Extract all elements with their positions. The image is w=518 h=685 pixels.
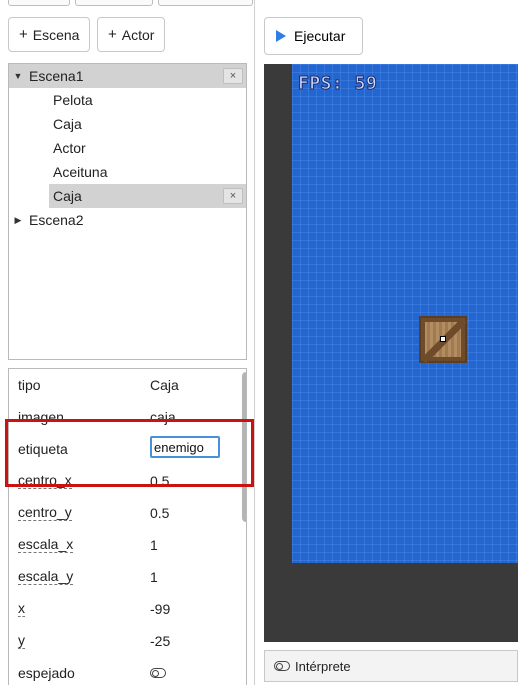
chevron-right-icon[interactable]: ▶ bbox=[13, 215, 23, 226]
tree-item-label: Pelota bbox=[53, 92, 93, 108]
highlight-box bbox=[5, 419, 254, 487]
property-row: y -25 bbox=[9, 625, 235, 657]
property-row: espejado bbox=[9, 657, 235, 685]
game-stage[interactable]: FPS: 59 bbox=[292, 64, 518, 563]
plus-icon: + bbox=[108, 26, 117, 43]
tree-item-escena2[interactable]: ▶ Escena2 bbox=[9, 208, 84, 232]
add-actor-button[interactable]: + Actor bbox=[97, 17, 166, 52]
add-actor-label: Actor bbox=[121, 26, 155, 43]
plus-icon: + bbox=[19, 26, 28, 43]
property-name: espejado bbox=[18, 665, 75, 681]
close-icon[interactable]: × bbox=[223, 68, 243, 84]
property-value[interactable]: 1 bbox=[150, 569, 158, 585]
tree-item-actor[interactable]: Pelota bbox=[9, 88, 93, 112]
tree-item-label: Escena2 bbox=[29, 212, 84, 228]
toggle-icon[interactable] bbox=[150, 668, 166, 678]
tree-item-label: Escena1 bbox=[29, 68, 84, 84]
tree-item-actor[interactable]: Caja bbox=[9, 112, 82, 136]
property-value[interactable]: -25 bbox=[150, 633, 170, 649]
scene-tree: ▼ Escena1 × Pelota Caja Actor Aceituna C… bbox=[8, 63, 247, 360]
add-scene-button[interactable]: + Escena bbox=[8, 17, 91, 52]
property-row: escala_x 1 bbox=[9, 529, 235, 561]
toggle-icon[interactable] bbox=[274, 661, 290, 671]
run-label: Ejecutar bbox=[294, 28, 346, 44]
property-value[interactable]: 1 bbox=[150, 537, 158, 553]
run-button[interactable]: Ejecutar bbox=[264, 17, 363, 55]
property-name: centro_y bbox=[18, 504, 72, 521]
crate-actor[interactable] bbox=[419, 316, 467, 364]
game-canvas[interactable]: FPS: 59 bbox=[264, 64, 518, 642]
tree-item-label: Aceituna bbox=[53, 164, 108, 180]
property-name: y bbox=[18, 632, 25, 649]
property-value[interactable]: -99 bbox=[150, 601, 170, 617]
property-row: centro_y 0.5 bbox=[9, 497, 235, 529]
property-name: x bbox=[18, 600, 25, 617]
pivot-handle[interactable] bbox=[440, 336, 446, 342]
tree-item-actor[interactable]: Aceituna bbox=[9, 160, 107, 184]
property-row: x -99 bbox=[9, 593, 235, 625]
play-icon bbox=[276, 30, 286, 42]
close-icon[interactable]: × bbox=[223, 188, 243, 204]
tree-item-label: Actor bbox=[53, 140, 86, 156]
interpreter-bar[interactable]: Intérprete bbox=[264, 650, 518, 682]
add-scene-label: Escena bbox=[32, 26, 80, 43]
property-row: tipo Caja bbox=[9, 369, 235, 401]
chevron-down-icon[interactable]: ▼ bbox=[13, 71, 23, 81]
tree-item-actor[interactable]: Actor bbox=[9, 136, 86, 160]
properties-panel: tipo Caja imagen caja etiqueta centro_x … bbox=[8, 368, 247, 685]
fps-counter: FPS: 59 bbox=[297, 73, 378, 95]
property-name: escala_x bbox=[18, 536, 74, 553]
tree-item-escena1[interactable]: ▼ Escena1 × bbox=[9, 64, 246, 88]
property-name: tipo bbox=[18, 377, 41, 393]
property-name: escala_y bbox=[18, 568, 74, 585]
interpreter-label: Intérprete bbox=[295, 658, 351, 674]
property-row: escala_y 1 bbox=[9, 561, 235, 593]
property-value[interactable]: 0.5 bbox=[150, 505, 169, 521]
left-panel: + Escena + Actor ▼ Escena1 × Pelota Caja… bbox=[0, 0, 255, 685]
property-value[interactable]: Caja bbox=[150, 377, 179, 393]
tree-item-label: Caja bbox=[53, 188, 82, 204]
tree-item-actor-selected[interactable]: Caja × bbox=[49, 184, 246, 208]
tree-item-label: Caja bbox=[53, 116, 82, 132]
